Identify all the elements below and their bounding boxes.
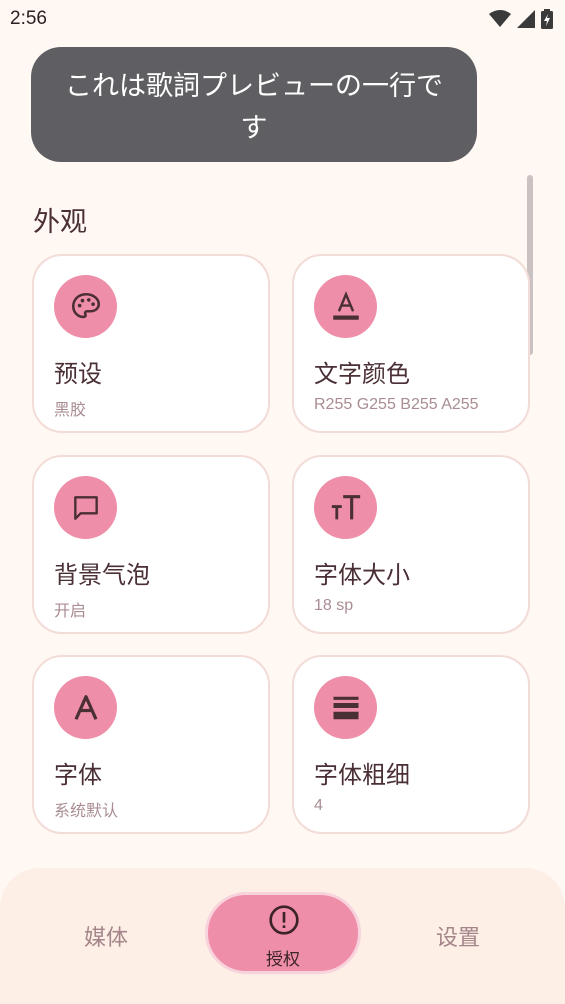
nav-item-auth-label: 授权 bbox=[266, 950, 300, 970]
card-subtitle: 开启 bbox=[54, 601, 87, 620]
section-title-appearance: 外观 bbox=[33, 207, 87, 238]
card-subtitle: 系统默认 bbox=[54, 801, 119, 820]
bottom-navigation: 媒体 授权 设置 bbox=[0, 868, 565, 1004]
font-size-icon bbox=[314, 476, 377, 539]
card-font[interactable]: 字体 系统默认 bbox=[32, 655, 270, 834]
card-subtitle: 黑胶 bbox=[54, 400, 87, 419]
battery-icon bbox=[541, 9, 553, 29]
cellular-signal-icon bbox=[517, 10, 535, 28]
nav-item-settings[interactable]: 设置 bbox=[436, 920, 480, 952]
card-font-weight[interactable]: 字体粗细 4 bbox=[292, 655, 530, 834]
nav-item-media[interactable]: 媒体 bbox=[84, 920, 128, 952]
card-title: 文字颜色 bbox=[314, 360, 410, 388]
card-preset[interactable]: 预设 黑胶 bbox=[32, 254, 270, 433]
font-weight-icon bbox=[314, 676, 377, 739]
wifi-icon bbox=[489, 10, 511, 27]
card-text-color[interactable]: 文字颜色 R255 G255 B255 A255 bbox=[292, 254, 530, 433]
card-title: 预设 bbox=[54, 360, 102, 388]
font-icon bbox=[54, 676, 117, 739]
lyrics-preview-toast: これは歌詞プレビューの一行です bbox=[31, 47, 477, 162]
card-title: 字体大小 bbox=[314, 561, 410, 589]
card-subtitle: 4 bbox=[314, 797, 323, 814]
card-subtitle: R255 G255 B255 A255 bbox=[314, 396, 479, 413]
chat-bubble-icon bbox=[54, 476, 117, 539]
card-title: 字体粗细 bbox=[314, 761, 410, 789]
card-font-size[interactable]: 字体大小 18 sp bbox=[292, 455, 530, 634]
settings-grid: 预设 黑胶 文字颜色 R255 G255 B255 A255 背景气泡 开启 字… bbox=[0, 250, 565, 834]
text-color-icon bbox=[314, 275, 377, 338]
nav-item-auth[interactable]: 授权 bbox=[205, 892, 361, 974]
status-icons bbox=[489, 9, 553, 29]
alert-circle-icon bbox=[269, 905, 299, 935]
card-background-bubble[interactable]: 背景气泡 开启 bbox=[32, 455, 270, 634]
card-title: 字体 bbox=[54, 761, 102, 789]
status-time: 2:56 bbox=[10, 8, 47, 29]
status-bar: 2:56 bbox=[0, 0, 565, 38]
palette-icon bbox=[54, 275, 117, 338]
card-subtitle: 18 sp bbox=[314, 597, 354, 614]
card-title: 背景气泡 bbox=[54, 561, 150, 589]
